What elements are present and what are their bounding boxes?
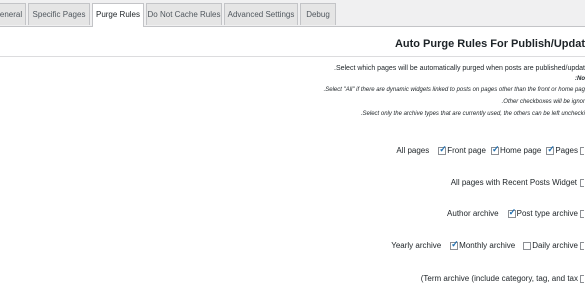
row-term-archive: (Term archive (include category, tag, an…	[421, 274, 585, 283]
checkbox-box[interactable]	[580, 241, 584, 250]
checkbox-box[interactable]: ✓	[490, 143, 500, 155]
pages-checkbox[interactable]: ✓ Pages	[546, 143, 585, 155]
front-page-label: Front page	[447, 146, 486, 155]
term-archive-checkbox[interactable]	[580, 274, 584, 283]
description-line-1: .Select "All" if there are dynamic widge…	[323, 87, 585, 93]
front-page-checkbox[interactable]: ✓ Front page	[438, 143, 486, 155]
tab-bar: eneral Specific Pages Purge Rules Do Not…	[0, 0, 585, 27]
pages-label: Pages	[555, 146, 578, 155]
page-title: Auto Purge Rules For Publish/Updat	[394, 38, 585, 50]
description-line-2: .Other checkboxes will be ignor	[501, 99, 585, 105]
row-author-archive: Author archive ✓ Post type archive	[447, 206, 585, 218]
checkbox-box[interactable]: ✓	[507, 206, 517, 218]
tab-purge-rules[interactable]: Purge Rules	[92, 3, 144, 27]
checkmark-icon: ✓	[491, 143, 500, 154]
checkmark-icon: ✓	[451, 238, 459, 249]
checkmark-icon: ✓	[547, 143, 555, 154]
checkbox-box[interactable]	[580, 209, 584, 218]
recent-posts-label: All pages with Recent Posts Widget	[450, 178, 577, 187]
all-pages-label: All pages	[396, 146, 430, 155]
daily-archive-checkbox[interactable]: Daily archive	[523, 241, 585, 250]
tab-do-not-cache-rules[interactable]: Do Not Cache Rules	[146, 3, 222, 25]
divider	[0, 56, 585, 57]
term-archive-label: (Term archive (include category, tag, an…	[420, 274, 578, 283]
checkbox-box[interactable]	[523, 241, 532, 250]
yearly-archive-label: Yearly archive	[391, 241, 442, 250]
home-page-checkbox[interactable]: ✓ Home page	[490, 143, 542, 155]
description-line-3: .Select only the archive types that are …	[360, 111, 585, 117]
post-type-archive-checkbox[interactable]: ✓ Post type archive	[507, 206, 585, 218]
author-archive-label: Author archive	[447, 209, 499, 218]
post-type-archive-label: Post type archive	[516, 209, 578, 218]
checkbox-box[interactable]	[580, 146, 584, 155]
checkmark-icon: ✓	[439, 143, 447, 154]
description-main: .Select which pages will be automaticall…	[334, 65, 585, 72]
monthly-archive-checkbox[interactable]: ✓ Monthly archive	[450, 238, 516, 250]
row-all-pages: All pages ✓ Front page ✓ Home page ✓ Pag…	[396, 143, 585, 155]
row-recent-posts: All pages with Recent Posts Widget	[451, 178, 585, 187]
tab-debug[interactable]: Debug	[300, 3, 336, 25]
recent-posts-checkbox[interactable]	[580, 178, 584, 187]
checkmark-icon: ✓	[508, 206, 517, 217]
checkbox-box[interactable]: ✓	[438, 143, 447, 155]
checkbox-box[interactable]: ✓	[546, 143, 555, 155]
tab-specific-pages[interactable]: Specific Pages	[28, 3, 90, 25]
home-page-label: Home page	[499, 146, 542, 155]
checkbox-box[interactable]: ✓	[450, 238, 459, 250]
tab-general[interactable]: eneral	[0, 3, 26, 25]
description-note: :No	[575, 76, 585, 82]
monthly-archive-label: Monthly archive	[459, 241, 516, 250]
row-yearly-archive: Yearly archive ✓ Monthly archive Daily a…	[391, 238, 585, 250]
daily-archive-label: Daily archive	[532, 241, 578, 250]
tab-advanced-settings[interactable]: Advanced Settings	[224, 3, 298, 25]
